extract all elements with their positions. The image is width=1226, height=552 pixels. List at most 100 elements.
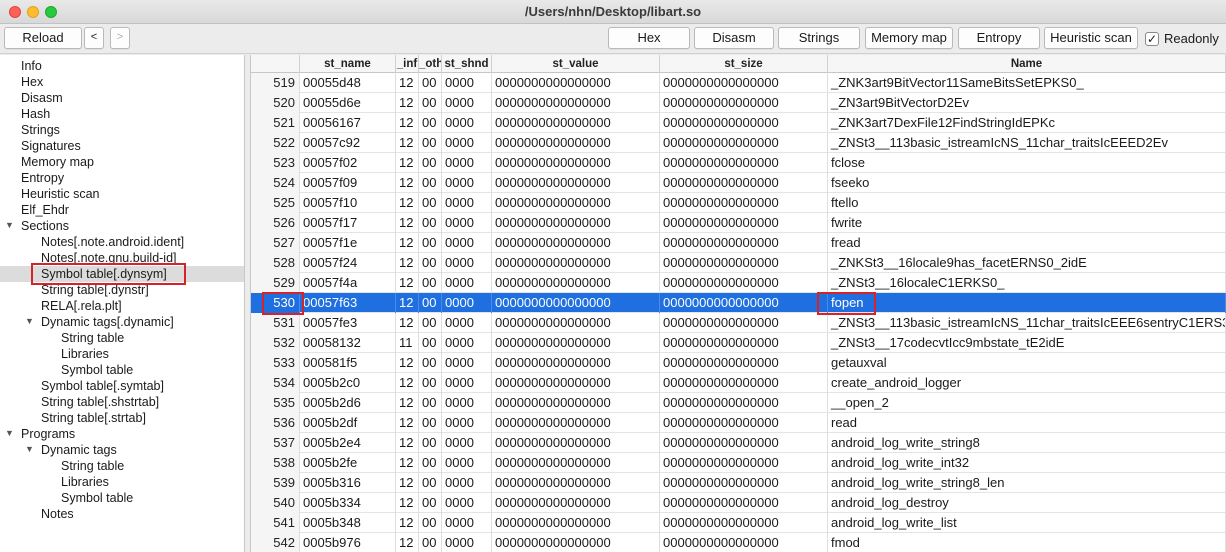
tree-item[interactable]: Notes [41,506,74,522]
table-cell: 00057f63 [300,293,396,313]
table-row[interactable]: 538 0005b2fe 12 00 0000 0000000000000000 00000… [251,453,1226,473]
table-cell: 0000 [442,173,492,193]
disasm-button[interactable]: Disasm [694,27,774,49]
tree-item[interactable]: Symbol table [61,490,133,506]
entropy-button[interactable]: Entropy [958,27,1040,49]
table-row[interactable]: 523 00057f02 12 00 0000 0000000000000000 00000… [251,153,1226,173]
table-row[interactable]: 524 00057f09 12 00 0000 0000000000000000 00000… [251,173,1226,193]
table-row[interactable]: 537 0005b2e4 12 00 0000 0000000000000000 00000… [251,433,1226,453]
tree-item[interactable]: Disasm [21,90,63,106]
column-header[interactable]: _inf [396,55,419,73]
table-row[interactable]: 540 0005b334 12 00 0000 0000000000000000 00000… [251,493,1226,513]
tree-item[interactable]: String table [61,330,124,346]
disclosure-triangle-icon[interactable]: ▼ [25,444,34,454]
table-row[interactable]: 542 0005b976 12 00 0000 0000000000000000 00000… [251,533,1226,552]
forward-button[interactable]: > [110,27,130,49]
tree-item[interactable]: Symbol table[.dynsym] [41,266,167,282]
tree-item[interactable]: String table[.strtab] [41,410,146,426]
disclosure-triangle-icon[interactable]: ▼ [5,428,14,438]
reload-button[interactable]: Reload [4,27,82,49]
column-header[interactable]: st_value [492,55,660,73]
tree-item[interactable]: Hex [21,74,43,90]
column-header[interactable]: st_size [660,55,828,73]
table-row[interactable]: 528 00057f24 12 00 0000 0000000000000000 00000… [251,253,1226,273]
table-row[interactable]: 526 00057f17 12 00 0000 0000000000000000 00000… [251,213,1226,233]
tree-item[interactable]: Heuristic scan [21,186,100,202]
column-header[interactable]: st_name [300,55,396,73]
column-header[interactable]: st_shnd [442,55,492,73]
table-row[interactable]: 522 00057c92 12 00 0000 0000000000000000 00000… [251,133,1226,153]
table-cell: 0000000000000000 [660,173,828,193]
tree-item[interactable]: Symbol table[.symtab] [41,378,164,394]
tree-item[interactable]: Notes[.note.gnu.build-id] [41,250,177,266]
column-header[interactable]: Name [828,55,1226,73]
table-cell: 12 [396,133,419,153]
tree-item[interactable]: RELA[.rela.plt] [41,298,122,314]
table-cell: 0000000000000000 [492,233,660,253]
table-row[interactable]: 521 00056167 12 00 0000 0000000000000000 00000… [251,113,1226,133]
table-cell: 0000000000000000 [492,273,660,293]
table-row[interactable]: 527 00057f1e 12 00 0000 0000000000000000 00000… [251,233,1226,253]
table-row[interactable]: 530 00057f63 12 00 0000 0000000000000000 00000… [251,293,1226,313]
readonly-checkbox[interactable]: ✓ [1145,32,1159,46]
hex-button[interactable]: Hex [608,27,690,49]
table-cell: 533 [251,353,300,373]
tree-item[interactable]: Libraries [61,346,109,362]
column-header[interactable] [251,55,300,73]
table-cell: 0000 [442,333,492,353]
tree-item[interactable]: String table [61,458,124,474]
table-cell: fopen [828,293,1226,313]
table-cell: 00057f4a [300,273,396,293]
column-header[interactable]: _oth [419,55,442,73]
tree-item[interactable]: Notes[.note.android.ident] [41,234,184,250]
tree-item[interactable]: Strings [21,122,60,138]
table-row[interactable]: 531 00057fe3 12 00 0000 0000000000000000 00000… [251,313,1226,333]
tree-item[interactable]: String table[.dynstr] [41,282,149,298]
table-cell: 0000 [442,473,492,493]
tree-item[interactable]: Elf_Ehdr [21,202,69,218]
table-cell: _ZNSt3__17codecvtIcc9mbstate_tE2idE [828,333,1226,353]
table-cell: _ZNK3art7DexFile12FindStringIdEPKc [828,113,1226,133]
tree-item[interactable]: Dynamic tags[.dynamic] [41,314,174,330]
tree-item[interactable]: Memory map [21,154,94,170]
tree-item[interactable]: Libraries [61,474,109,490]
table-cell: 528 [251,253,300,273]
heuristic-scan-button[interactable]: Heuristic scan [1044,27,1138,49]
tree-item[interactable]: Sections [21,218,69,234]
table-row[interactable]: 532 00058132 11 00 0000 0000000000000000 00000… [251,333,1226,353]
tree-item[interactable]: Info [21,58,42,74]
tree-item[interactable]: Symbol table [61,362,133,378]
table-row[interactable]: 541 0005b348 12 00 0000 0000000000000000 00000… [251,513,1226,533]
tree-item[interactable]: Hash [21,106,50,122]
tree-item[interactable]: String table[.shstrtab] [41,394,159,410]
memory-map-button[interactable]: Memory map [865,27,953,49]
table-cell: 0005b976 [300,533,396,552]
table-cell: 00 [419,253,442,273]
table-row[interactable]: 529 00057f4a 12 00 0000 0000000000000000 00000… [251,273,1226,293]
tree-item[interactable]: Dynamic tags [41,442,117,458]
table-row[interactable]: 536 0005b2df 12 00 0000 0000000000000000 00000… [251,413,1226,433]
table-cell: 00 [419,113,442,133]
table-cell: 12 [396,413,419,433]
strings-button[interactable]: Strings [778,27,860,49]
table-cell: 0000000000000000 [660,373,828,393]
tree-item[interactable]: Programs [21,426,75,442]
table-cell: 526 [251,213,300,233]
disclosure-triangle-icon[interactable]: ▼ [5,220,14,230]
table-row[interactable]: 535 0005b2d6 12 00 0000 0000000000000000 00000… [251,393,1226,413]
tree-item[interactable]: Signatures [21,138,81,154]
tree-item[interactable]: Entropy [21,170,64,186]
table-cell: 0000 [442,493,492,513]
table-row[interactable]: 539 0005b316 12 00 0000 0000000000000000 00000… [251,473,1226,493]
back-button[interactable]: < [84,27,104,49]
table-row[interactable]: 534 0005b2c0 12 00 0000 0000000000000000 00000… [251,373,1226,393]
table-row[interactable]: 533 000581f5 12 00 0000 0000000000000000 00000… [251,353,1226,373]
disclosure-triangle-icon[interactable]: ▼ [25,316,34,326]
table-cell: 0000 [442,393,492,413]
table-row[interactable]: 525 00057f10 12 00 0000 0000000000000000 00000… [251,193,1226,213]
table-cell: 00057f1e [300,233,396,253]
table-row[interactable]: 519 00055d48 12 00 0000 0000000000000000 00000… [251,73,1226,93]
table-cell: fwrite [828,213,1226,233]
table-row[interactable]: 520 00055d6e 12 00 0000 0000000000000000 00000… [251,93,1226,113]
table-cell: 0000 [442,513,492,533]
